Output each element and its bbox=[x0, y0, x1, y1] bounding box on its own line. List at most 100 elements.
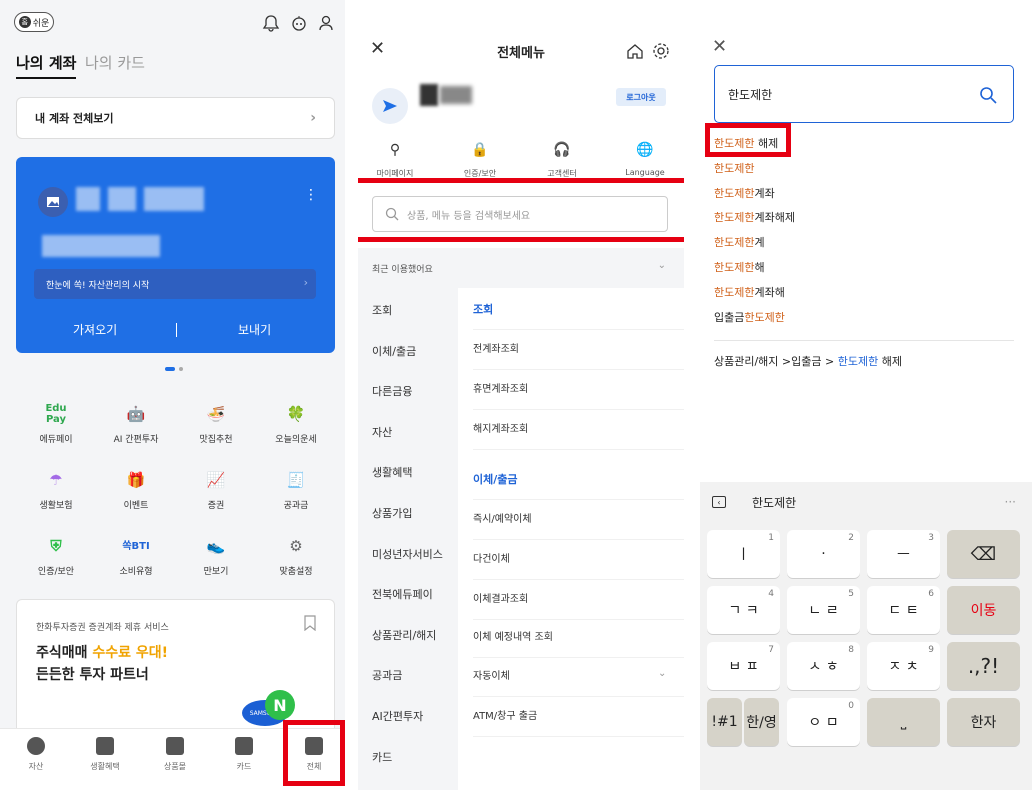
service-label: 생활보험 bbox=[39, 501, 73, 511]
service-label: 에듀페이 bbox=[39, 435, 73, 445]
search-suggestion[interactable]: 입출금한도제한 bbox=[714, 309, 785, 325]
keyboard-key[interactable]: 한/영 bbox=[744, 698, 779, 746]
path-prefix: 상품관리/해지 >입출금 > bbox=[714, 355, 838, 368]
bell-icon[interactable] bbox=[262, 14, 280, 32]
service-settings[interactable]: ⚙ 맞춤설정 bbox=[256, 534, 336, 577]
chevron-down-icon[interactable]: ⌄ bbox=[658, 668, 666, 679]
quick-person[interactable]: ⚲ 마이페이지 bbox=[360, 142, 430, 179]
nav-card[interactable]: 카드 bbox=[214, 737, 274, 772]
my-profile-icon[interactable] bbox=[318, 14, 336, 32]
keyboard-key[interactable]: ㄴ ㄹ 5 bbox=[787, 586, 860, 634]
keyboard-key[interactable]: ⎵ bbox=[867, 698, 940, 746]
home-icon[interactable] bbox=[626, 42, 644, 60]
menu-category[interactable]: 이체/출금 bbox=[372, 343, 416, 359]
service-shoe[interactable]: 👟 만보기 bbox=[176, 534, 256, 577]
menu-item[interactable]: 즉시/예약이체 bbox=[473, 500, 684, 540]
keyboard-key[interactable]: .,?! bbox=[947, 642, 1020, 690]
search-suggestion[interactable]: 한도제한계좌해제 bbox=[714, 209, 795, 225]
keyboard-key[interactable]: ㅈ ㅊ 9 bbox=[867, 642, 940, 690]
keyboard-key[interactable]: ㅇ ㅁ 0 bbox=[787, 698, 860, 746]
keyboard-key[interactable]: ㅣ1 bbox=[707, 530, 780, 578]
more-options-icon[interactable]: ⋮ bbox=[304, 187, 318, 203]
bookmark-icon[interactable] bbox=[303, 615, 317, 631]
keyboard-key[interactable]: ㅅ ㅎ 8 bbox=[787, 642, 860, 690]
menu-category[interactable]: 상품가입 bbox=[372, 505, 412, 521]
menu-path-result[interactable]: 상품관리/해지 >입출금 > 한도제한 해제 bbox=[714, 353, 902, 369]
menu-item[interactable]: 이체 예정내역 조회 bbox=[473, 618, 684, 658]
keyboard-key[interactable]: ㅡ3 bbox=[867, 530, 940, 578]
search-suggestion[interactable]: 한도제한계좌 bbox=[714, 185, 775, 201]
menu-category[interactable]: 자산 bbox=[372, 424, 392, 440]
import-button[interactable]: 가져오기 bbox=[73, 321, 117, 338]
menu-item[interactable]: 자동이체 bbox=[473, 657, 684, 697]
tab-my-accounts[interactable]: 나의 계좌 bbox=[16, 52, 77, 79]
keyboard-key[interactable]: 한자 bbox=[947, 698, 1020, 746]
service-spending-type[interactable]: 쏙BTI 소비유형 bbox=[96, 534, 176, 578]
search-input[interactable]: 한도제한 bbox=[714, 65, 1014, 123]
service-clover[interactable]: 🍀 오늘의운세 bbox=[256, 402, 336, 445]
search-suggestion[interactable]: 한도제한해 bbox=[714, 259, 765, 275]
menu-category[interactable]: 상품관리/해지 bbox=[372, 627, 436, 643]
service-insurance[interactable]: ☂ 생활보험 bbox=[16, 468, 96, 511]
keyboard-key[interactable]: ㄱ ㅋ 4 bbox=[707, 586, 780, 634]
keyboard-key[interactable]: ⌫ bbox=[947, 530, 1020, 578]
search-icon[interactable] bbox=[979, 86, 997, 104]
quick-lock[interactable]: 🔒 인증/보안 bbox=[445, 142, 515, 179]
service-robot[interactable]: 🤖 AI 간편투자 bbox=[96, 402, 176, 445]
nav-shop[interactable]: 상품몰 bbox=[145, 737, 205, 772]
service-shield[interactable]: ⛨ 인증/보안 bbox=[16, 534, 96, 577]
menu-item[interactable]: 다건이체 bbox=[473, 540, 684, 580]
menu-category[interactable]: 생활혜택 bbox=[372, 464, 412, 480]
gear-icon[interactable] bbox=[652, 42, 670, 60]
service-food[interactable]: 🍜 맛집추천 bbox=[176, 402, 256, 445]
search-suggestion[interactable]: 한도제한 bbox=[714, 160, 754, 176]
menu-category[interactable]: 미성년자서비스 bbox=[372, 546, 443, 562]
send-button[interactable]: 보내기 bbox=[238, 321, 271, 338]
close-icon[interactable]: ✕ bbox=[712, 36, 727, 57]
quick-globe[interactable]: 🌐 Language bbox=[610, 142, 680, 177]
service-gift[interactable]: 🎁 이벤트 bbox=[96, 468, 176, 511]
keyboard-key[interactable]: 이동 bbox=[947, 586, 1020, 634]
promo-card[interactable]: 한화투자증권 증권계좌 제휴 서비스 주식매매 수수료 우대! 든든한 투자 파… bbox=[16, 599, 335, 739]
search-suggestion[interactable]: 한도제한계 bbox=[714, 234, 765, 250]
keyboard-key[interactable]: !#1 bbox=[707, 698, 742, 746]
menu-category[interactable]: 전북에듀페이 bbox=[372, 586, 433, 602]
blurred-account-name bbox=[76, 187, 100, 211]
asset-management-banner[interactable]: 한눈에 쏙! 자산관리의 시작 › bbox=[34, 269, 316, 299]
quick-headset[interactable]: 🎧 고객센터 bbox=[527, 142, 597, 179]
tab-my-cards[interactable]: 나의 카드 bbox=[85, 52, 145, 73]
menu-category[interactable]: 카드 bbox=[372, 749, 392, 765]
service-edu-pay[interactable]: Edu Pay 에듀페이 bbox=[16, 402, 96, 445]
avatar bbox=[372, 88, 408, 124]
menu-category[interactable]: 공과금 bbox=[372, 667, 402, 683]
easy-mode-label: 쉬운 bbox=[32, 18, 50, 29]
home-screen: 홈 쉬운 나의 계좌 나의 카드 내 계좌 전체보기 › ⋮ 한눈에 쏙! 자산… bbox=[0, 0, 345, 790]
path-suffix: 해제 bbox=[878, 355, 902, 368]
keyboard-collapse-icon[interactable]: ‹ bbox=[712, 496, 726, 508]
menu-section-header[interactable]: 이체/출금 bbox=[473, 460, 684, 500]
more-icon[interactable]: ··· bbox=[1005, 495, 1016, 509]
nav-benefit[interactable]: 생활혜택 bbox=[75, 737, 135, 772]
menu-item[interactable]: 이체결과조회 bbox=[473, 580, 684, 620]
menu-item[interactable]: ATM/창구 출금 bbox=[473, 697, 684, 737]
service-stock-chart[interactable]: 📈 증권 bbox=[176, 468, 256, 511]
search-suggestion[interactable]: 한도제한계좌해 bbox=[714, 284, 785, 300]
view-all-accounts-button[interactable]: 내 계좌 전체보기 › bbox=[16, 97, 335, 139]
menu-item[interactable]: 전계좌조회 bbox=[473, 330, 684, 370]
recent-toggle[interactable]: 최근 이용했어요 ⌄ bbox=[358, 248, 684, 288]
menu-category[interactable]: 조회 bbox=[372, 302, 392, 318]
logout-button[interactable]: 로그아웃 bbox=[616, 88, 666, 106]
menu-category[interactable]: 다른금융 bbox=[372, 383, 412, 399]
nav-asset[interactable]: 자산 bbox=[6, 737, 66, 772]
easy-mode-toggle[interactable]: 홈 쉬운 bbox=[14, 12, 54, 32]
menu-item[interactable]: 휴면계좌조회 bbox=[473, 370, 684, 410]
service-tax[interactable]: 🧾 공과금 bbox=[256, 468, 336, 511]
keyboard-key[interactable]: · 2 bbox=[787, 530, 860, 578]
keyboard-key[interactable]: ㅂ ㅍ 7 bbox=[707, 642, 780, 690]
menu-section-header[interactable]: 조회 bbox=[473, 290, 684, 330]
account-card[interactable]: ⋮ 한눈에 쏙! 자산관리의 시작 › 가져오기 보내기 bbox=[16, 157, 335, 353]
keyboard-key[interactable]: ㄷ ㅌ 6 bbox=[867, 586, 940, 634]
menu-item[interactable]: 해지계좌조회 bbox=[473, 410, 684, 450]
menu-category[interactable]: AI간편투자 bbox=[372, 708, 423, 724]
chatbot-icon[interactable] bbox=[290, 14, 308, 32]
